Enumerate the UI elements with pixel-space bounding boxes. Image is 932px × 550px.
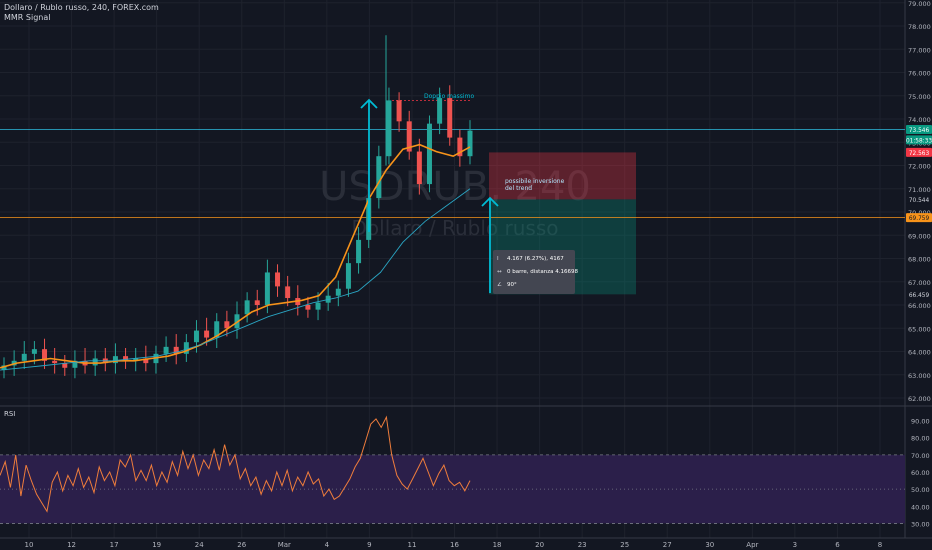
candle-body [92,358,98,366]
time-tick-label: 3 [793,541,797,549]
candle-body [356,239,362,264]
range-icon: I [497,256,499,262]
time-tick-label: 26 [237,541,246,549]
price-tick-label: 78.000 [908,23,931,31]
candle-body [264,272,270,305]
time-tick-label: 25 [620,541,629,549]
reversal-annotation-line2: del trend [505,185,532,192]
rsi-tick-label: 60.00 [911,469,930,477]
rsi-tick-label: 50.00 [911,486,930,494]
double-top-annotation: Doppio massimo [424,93,474,100]
time-tick-label: 20 [535,541,544,549]
candle-body [31,349,37,354]
time-tick-label: 10 [25,541,34,549]
time-tick-label: 12 [67,541,76,549]
reversal-annotation-line1: possibile inversione [505,178,565,185]
price-tick-label: 63.000 [908,372,931,380]
price-tick-label: 62.000 [908,395,931,403]
time-tick-label: 30 [705,541,714,549]
candle-body [345,263,351,289]
measure-price-change: 4.167 (6.27%), 4167 [507,256,564,262]
price-tick-label: 79.000 [908,0,931,8]
measure-angle: 90° [507,282,517,288]
price-badge-label: 66.459 [909,293,930,299]
price-badge-label: 69.759 [909,216,930,222]
measure-bars-distance: 0 barre, distanza 4.16698 [507,269,578,275]
candle-body [437,98,443,124]
price-badge-label: 01:58:33 [906,138,932,144]
stop-loss-zone [489,152,636,200]
time-tick-label: 19 [152,541,161,549]
price-tick-label: 71.000 [908,186,931,194]
time-tick-label: 17 [110,541,119,549]
time-tick-label: 8 [878,541,882,549]
time-tick-label: 9 [367,541,371,549]
price-tick-label: 75.000 [908,93,931,101]
rsi-tick-label: 30.00 [911,520,930,528]
time-tick-label: 18 [493,541,502,549]
price-tick-label: 72.000 [908,163,931,171]
angle-icon: ∠ [497,282,502,288]
price-tick-label: 77.000 [908,46,931,54]
candle-body [285,286,291,299]
time-tick-label: 24 [195,541,204,549]
price-tick-label: 68.000 [908,256,931,264]
price-tick-label: 64.000 [908,349,931,357]
candle-body [416,151,422,185]
rsi-tick-label: 70.00 [911,452,930,460]
rsi-tick-label: 90.00 [911,418,930,426]
time-tick-label: Mar [278,541,291,549]
price-badge-label: 73.546 [909,128,930,134]
candle-body [396,100,402,122]
price-chart[interactable]: 79.00078.00077.00076.00075.00074.00073.0… [0,0,932,550]
candle-body [335,288,341,296]
candle-body [244,300,250,315]
candle-body [254,300,260,305]
price-badge-label: 72.563 [909,151,930,157]
rsi-label[interactable]: RSI [4,410,15,418]
time-tick-label: 16 [450,541,459,549]
candle-body [193,330,199,343]
indicator-label[interactable]: MMR Signal [4,13,159,23]
rsi-tick-label: 40.00 [911,503,930,511]
candle-body [426,123,432,185]
time-tick-label: 11 [407,541,416,549]
candle-body [21,353,27,361]
time-tick-label: 23 [578,541,587,549]
chart-header: Dollaro / Rublo russo, 240, FOREX.com MM… [4,3,159,23]
time-tick-label: 27 [663,541,672,549]
time-tick-label: 4 [325,541,330,549]
price-badge-label: 70.544 [909,198,930,204]
time-tick-label: 6 [835,541,840,549]
candle-body [376,156,382,199]
candle-body [386,100,392,157]
candle-body [52,360,58,364]
candle-body [315,302,321,310]
symbol-title[interactable]: Dollaro / Rublo russo, 240, FOREX.com [4,3,159,13]
price-tick-label: 65.000 [908,325,931,333]
rsi-tick-label: 80.00 [911,435,930,443]
price-tick-label: 67.000 [908,279,931,287]
candle-body [305,305,311,310]
candle-body [163,346,169,354]
bars-icon: ↔ [497,269,502,275]
time-tick-label: Apr [746,541,758,549]
candle-body [467,130,473,157]
price-tick-label: 74.000 [908,116,931,124]
price-tick-label: 69.000 [908,232,931,240]
measure-tooltip: I 4.167 (6.27%), 4167 ↔ 0 barre, distanza … [493,250,578,294]
candle-body [447,98,453,138]
candle-body [275,272,281,287]
price-tick-label: 76.000 [908,70,931,78]
price-tick-label: 66.000 [908,302,931,310]
candle-body [204,330,210,338]
